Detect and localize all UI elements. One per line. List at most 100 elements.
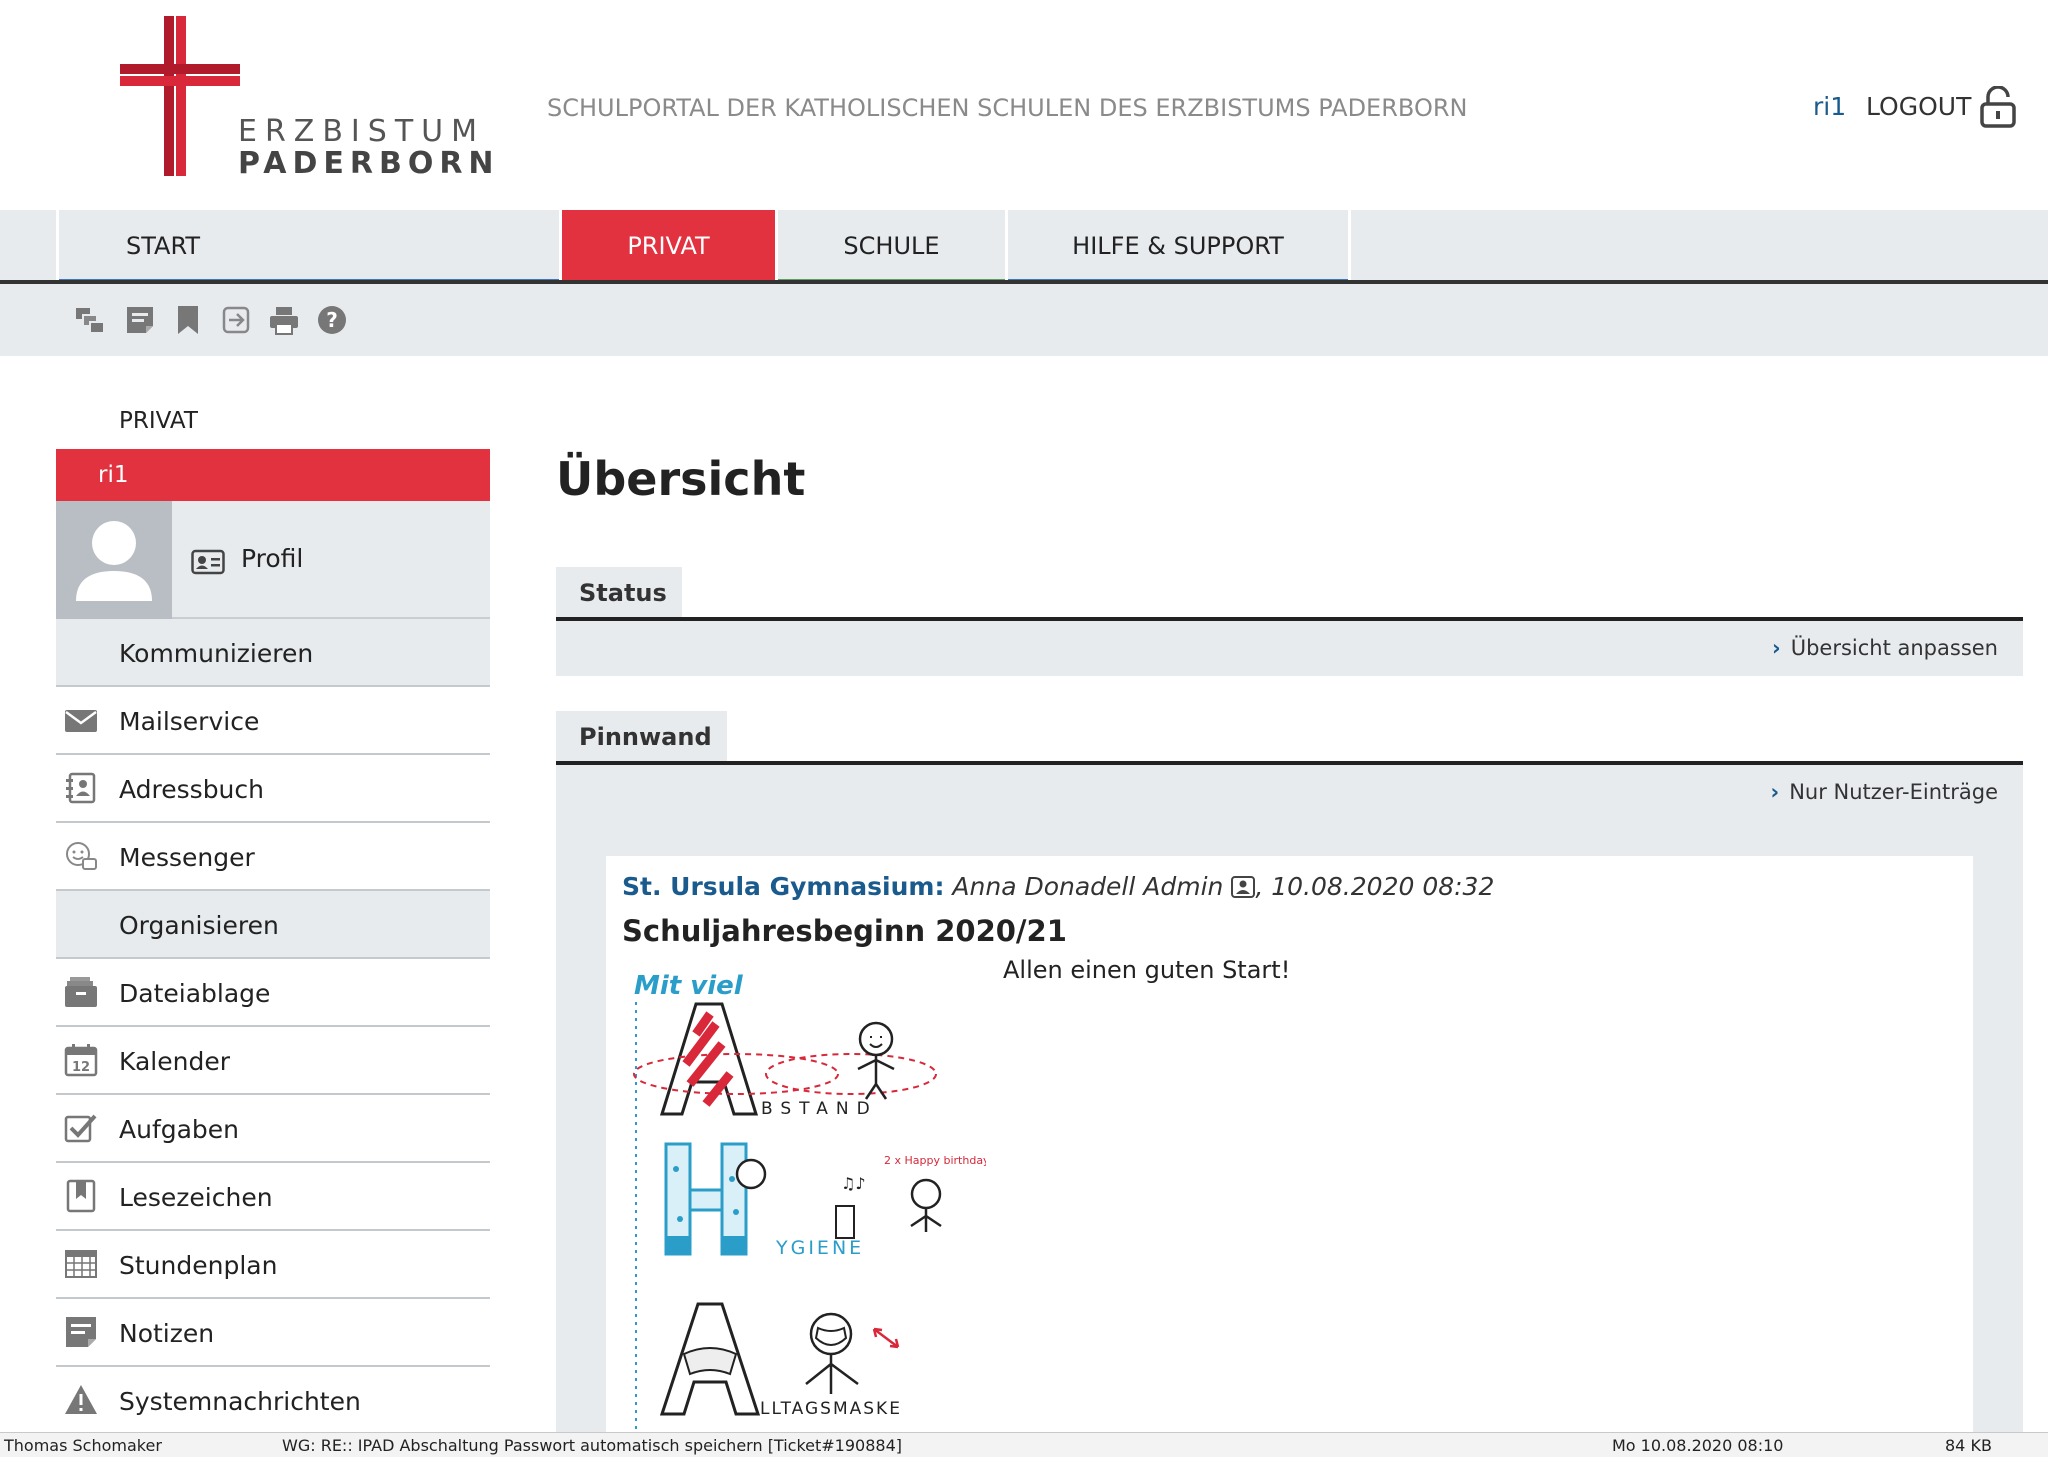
- logo[interactable]: ERZBISTUM PADERBORN: [120, 16, 494, 186]
- avatar: [56, 501, 172, 619]
- pinnwand-tab[interactable]: Pinnwand: [556, 711, 727, 761]
- avatar-placeholder-icon: [76, 521, 152, 601]
- illustration-word1: BSTAND: [761, 1099, 878, 1119]
- svg-text:?: ?: [326, 308, 338, 332]
- svg-text:12: 12: [72, 1060, 90, 1075]
- sidebar-item-messenger[interactable]: Messenger: [56, 823, 490, 891]
- warning-icon: [65, 1385, 97, 1414]
- tab-schule[interactable]: SCHULE: [778, 210, 1005, 284]
- tab-start[interactable]: START: [59, 210, 559, 284]
- addressbook-icon: [66, 772, 96, 804]
- illustration-word3: LLTAGSMASKE: [760, 1399, 902, 1419]
- user-link[interactable]: ri1: [1813, 92, 1846, 121]
- tab-start-label: START: [126, 232, 201, 260]
- tab-privat[interactable]: PRIVAT: [562, 210, 775, 284]
- page: ERZBISTUM PADERBORN SCHULPORTAL DER KATH…: [0, 0, 2048, 1457]
- files-icon: [65, 977, 97, 1007]
- sidebar-item-label: Messenger: [119, 843, 255, 872]
- sidebar-item-aufgaben[interactable]: Aufgaben: [56, 1095, 490, 1163]
- logout-button[interactable]: LOGOUT: [1866, 92, 1971, 121]
- portal-title: SCHULPORTAL DER KATHOLISCHEN SCHULEN DES…: [547, 94, 1468, 122]
- email-subject: WG: RE:: IPAD Abschaltung Passwort autom…: [282, 1436, 902, 1455]
- post-school-colon: :: [934, 872, 945, 901]
- status-panel: › Übersicht anpassen: [556, 621, 2023, 676]
- sidebar-section-organisieren: Organisieren: [56, 891, 490, 959]
- tab-schule-label: SCHULE: [843, 232, 940, 260]
- sidebar-section-label: Kommunizieren: [119, 639, 314, 668]
- chevron-right-icon: ›: [1772, 636, 1781, 660]
- post-text: Allen einen guten Start!: [1003, 956, 1291, 984]
- post-author[interactable]: Anna Donadell Admin: [952, 872, 1223, 901]
- sidebar-item-label: Aufgaben: [119, 1115, 240, 1144]
- sidebar-item-label: Lesezeichen: [119, 1183, 273, 1212]
- sidebar-item-lesezeichen[interactable]: Lesezeichen: [56, 1163, 490, 1231]
- post-meta: St. Ursula Gymnasium: Anna Donadell Admi…: [622, 872, 1494, 901]
- tab-hilfe-support[interactable]: HILFE & SUPPORT: [1008, 210, 1348, 284]
- unlock-icon[interactable]: [1980, 86, 2016, 128]
- sidebar-item-mailservice[interactable]: Mailservice: [56, 687, 490, 755]
- mail-icon: [65, 710, 97, 732]
- sidebar-item-profil[interactable]: Profil: [56, 501, 490, 619]
- toolbar: ?: [0, 284, 2048, 356]
- sidebar-item-kalender[interactable]: 12 Kalender: [56, 1027, 490, 1095]
- messenger-icon: [66, 842, 97, 870]
- sidebar-heading: PRIVAT: [119, 408, 198, 434]
- sidebar-item-label: Dateiablage: [119, 979, 271, 1008]
- status-tab[interactable]: Status: [556, 567, 682, 617]
- notes-icon: [66, 1317, 96, 1347]
- sidebar-item-label: Notizen: [119, 1319, 215, 1348]
- email-status-bar[interactable]: Thomas Schomaker WG: RE:: IPAD Abschaltu…: [0, 1432, 2048, 1457]
- user-entries-link[interactable]: › Nur Nutzer-Einträge: [1771, 780, 1998, 804]
- email-size: 84 KB: [1945, 1436, 1992, 1455]
- chevron-right-icon: ›: [1770, 780, 1780, 804]
- post-date: , 10.08.2020 08:32: [1255, 872, 1495, 901]
- sidebar-item-dateiablage[interactable]: Dateiablage: [56, 959, 490, 1027]
- sidebar-item-label: Kalender: [119, 1047, 230, 1076]
- main-nav: START PRIVAT SCHULE HILFE & SUPPORT: [0, 210, 2048, 284]
- sidebar-item-notizen[interactable]: Notizen: [56, 1299, 490, 1367]
- bookmark-icon: [66, 1179, 96, 1213]
- help-icon[interactable]: ?: [316, 304, 348, 336]
- aha-rules-illustration: Mit viel BSTAND YGIENE 2 x Happy birthda…: [633, 971, 986, 1434]
- user-entries-label: Nur Nutzer-Einträge: [1789, 780, 1998, 804]
- page-title: Übersicht: [556, 452, 806, 506]
- tasks-icon: [64, 1114, 97, 1143]
- illustration-header: Mit viel: [634, 971, 744, 1001]
- sidebar-item-label: Stundenplan: [119, 1251, 278, 1280]
- windows-icon[interactable]: [74, 304, 106, 336]
- email-from: Thomas Schomaker: [4, 1436, 162, 1455]
- nav-separator: [1348, 210, 1351, 284]
- contact-card-icon[interactable]: [1231, 876, 1256, 898]
- header: ERZBISTUM PADERBORN SCHULPORTAL DER KATH…: [0, 0, 2048, 210]
- sidebar-section-label: Organisieren: [119, 911, 279, 940]
- notes-icon[interactable]: [124, 304, 156, 336]
- sidebar-item-label: Mailservice: [119, 707, 260, 736]
- cross-logo-icon: [120, 16, 240, 176]
- overview-customize-label: Übersicht anpassen: [1790, 636, 1998, 660]
- sidebar-section-kommunizieren: Kommunizieren: [56, 619, 490, 687]
- sidebar-item-label: Adressbuch: [119, 775, 264, 804]
- pinnwand-post: St. Ursula Gymnasium: Anna Donadell Admi…: [606, 856, 1973, 1436]
- email-date: Mo 10.08.2020 08:10: [1612, 1436, 1784, 1455]
- post-title: Schuljahresbeginn 2020/21: [622, 914, 1067, 948]
- bookmark-icon[interactable]: [172, 304, 204, 336]
- tab-privat-label: PRIVAT: [627, 232, 710, 260]
- illustration-note: 2 x Happy birthday!: [884, 1154, 986, 1167]
- svg-text:♫♪: ♫♪: [841, 1174, 866, 1193]
- sidebar-item-stundenplan[interactable]: Stundenplan: [56, 1231, 490, 1299]
- tab-hilfe-label: HILFE & SUPPORT: [1072, 232, 1284, 260]
- sidebar-item-label: Profil: [241, 544, 304, 573]
- sidebar-item-label: Systemnachrichten: [119, 1387, 361, 1416]
- timetable-icon: [65, 1250, 97, 1278]
- logo-line1: ERZBISTUM: [238, 114, 485, 149]
- sidebar-user[interactable]: ri1: [56, 449, 490, 501]
- id-card-icon: [191, 549, 225, 575]
- calendar-icon: 12: [64, 1044, 98, 1077]
- sidebar-item-adressbuch[interactable]: Adressbuch: [56, 755, 490, 823]
- export-icon[interactable]: [220, 304, 252, 336]
- post-school-link[interactable]: St. Ursula Gymnasium: [622, 872, 934, 901]
- sidebar-item-systemnachrichten[interactable]: Systemnachrichten: [56, 1367, 490, 1435]
- overview-customize-link[interactable]: › Übersicht anpassen: [1772, 636, 1998, 660]
- illustration-word2: YGIENE: [775, 1237, 864, 1259]
- print-icon[interactable]: [268, 304, 300, 336]
